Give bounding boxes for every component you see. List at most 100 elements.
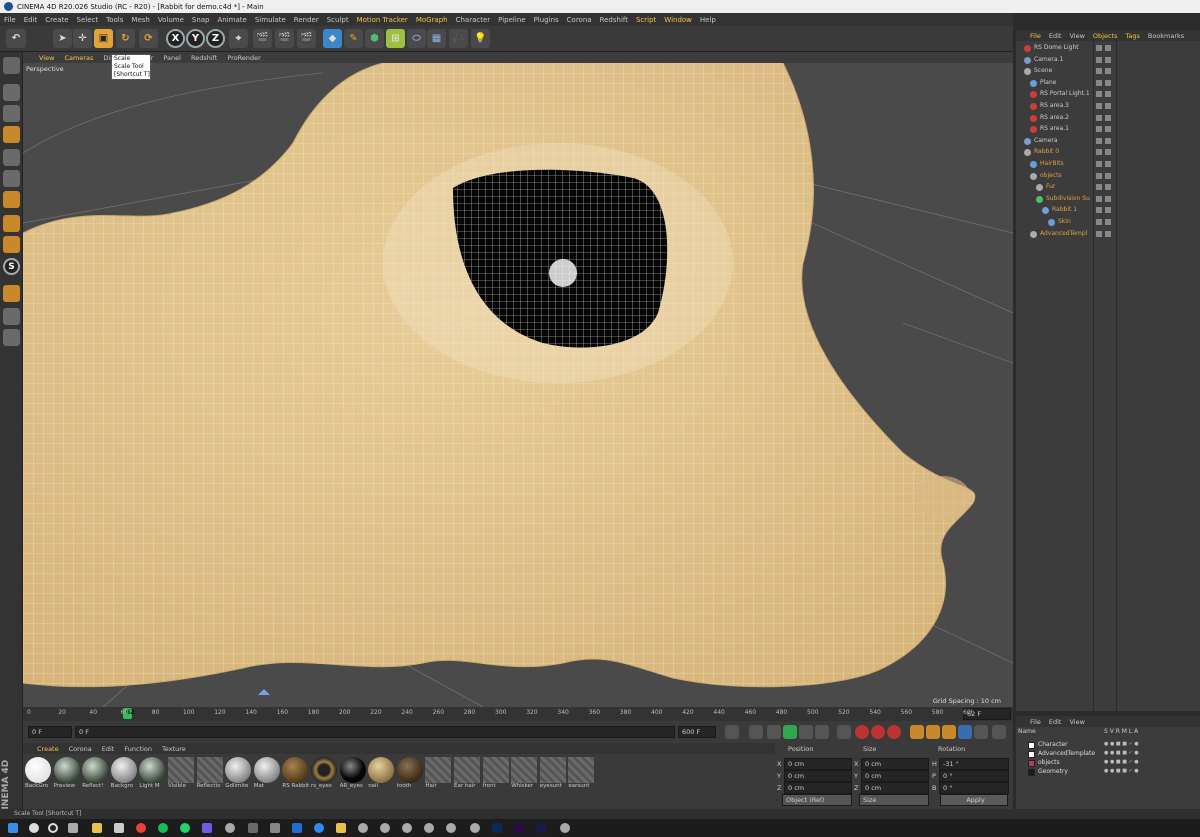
object-manager-menu-tags[interactable]: Tags xyxy=(1125,32,1139,40)
material-swatch[interactable]: eyesunt xyxy=(539,757,567,793)
enable-check-icon[interactable] xyxy=(1105,114,1111,121)
menu-mesh[interactable]: Mesh xyxy=(131,16,149,24)
menu-character[interactable]: Character xyxy=(456,16,491,24)
enable-check-icon[interactable] xyxy=(1105,126,1111,133)
points-mode-icon[interactable] xyxy=(3,149,20,166)
edge-icon[interactable] xyxy=(314,823,324,833)
timeline-options-icon[interactable] xyxy=(992,725,1006,739)
menu-window[interactable]: Window xyxy=(664,16,692,24)
material-menu-function[interactable]: Function xyxy=(124,745,152,753)
enable-check-icon[interactable] xyxy=(1105,103,1111,109)
object-row[interactable]: RS Portal Light.1 xyxy=(1016,88,1200,100)
enable-check-icon[interactable] xyxy=(1105,195,1111,202)
next-frame-icon[interactable] xyxy=(799,725,813,739)
menu-edit[interactable]: Edit xyxy=(24,16,38,24)
keyframe-selection-icon[interactable] xyxy=(887,725,901,739)
visibility-flag-icon[interactable] xyxy=(1096,207,1102,214)
x-axis-toggle[interactable]: X xyxy=(166,29,185,48)
menu-pipeline[interactable]: Pipeline xyxy=(498,16,525,24)
material-swatch[interactable]: Light M xyxy=(139,757,166,793)
object-row[interactable]: Rabbit 0 xyxy=(1016,146,1200,158)
light-object-icon[interactable]: 💡 xyxy=(471,29,490,48)
undo-icon[interactable]: ↶ xyxy=(6,29,26,48)
object-manager-menu-file[interactable]: File xyxy=(1030,32,1041,40)
material-swatch[interactable]: Visible xyxy=(168,757,195,793)
key-parameter-icon[interactable] xyxy=(958,725,972,739)
object-row[interactable]: Plane xyxy=(1016,77,1200,89)
layer-flags[interactable]: ● ● ■ ■ ✓ ● xyxy=(1104,750,1139,756)
search-icon[interactable] xyxy=(29,823,39,833)
visibility-flag-icon[interactable] xyxy=(1096,230,1102,237)
key-rotation-icon[interactable] xyxy=(942,725,956,739)
menu-create[interactable]: Create xyxy=(45,16,68,24)
object-row[interactable]: AdvancedTempl xyxy=(1016,228,1200,240)
task-view-icon[interactable] xyxy=(68,823,78,833)
layer-menu-view[interactable]: View xyxy=(1069,718,1084,726)
material-swatch[interactable]: RS Rabbit xyxy=(282,757,309,793)
layer-menu-edit[interactable]: Edit xyxy=(1049,718,1062,726)
material-swatch[interactable]: rs_eyes xyxy=(311,757,338,793)
object-manager-menu-edit[interactable]: Edit xyxy=(1049,32,1062,40)
select-tool-icon[interactable]: ➤ xyxy=(53,29,72,48)
record-active-icon[interactable] xyxy=(855,725,869,739)
position-z-field[interactable]: 0 cm xyxy=(784,782,852,794)
size-z-field[interactable]: 0 cm xyxy=(861,782,929,794)
app-icon-7[interactable] xyxy=(358,823,368,833)
object-manager-menu-view[interactable]: View xyxy=(1069,32,1084,40)
rotation-h-field[interactable]: -31 ° xyxy=(939,758,1009,770)
make-editable-icon[interactable] xyxy=(3,57,20,74)
visibility-flag-icon[interactable] xyxy=(1096,114,1102,121)
next-key-icon[interactable] xyxy=(815,725,829,739)
snapping-icon[interactable]: S xyxy=(3,258,20,275)
material-swatch[interactable]: Reflectio xyxy=(196,757,224,793)
material-swatch[interactable]: AR_eyes xyxy=(339,757,367,793)
texture-mode-icon[interactable] xyxy=(3,105,20,122)
visibility-flag-icon[interactable] xyxy=(1096,68,1102,75)
enable-check-icon[interactable] xyxy=(1105,207,1111,214)
material-swatch[interactable]: Mat xyxy=(253,757,281,793)
workplane-icon[interactable] xyxy=(3,285,20,302)
object-row[interactable]: RS area.2 xyxy=(1016,112,1200,124)
app-icon-6[interactable] xyxy=(336,823,346,833)
app-icon-9[interactable] xyxy=(402,823,412,833)
max-time-field[interactable]: 600 F xyxy=(678,726,716,738)
menu-corona[interactable]: Corona xyxy=(567,16,592,24)
timeline-ruler[interactable]: 62 62 F 0 20 40 60 80 100 120 140 160 180 200 220 24… xyxy=(23,707,1013,721)
material-swatch[interactable]: Whisker xyxy=(511,757,538,793)
object-row[interactable]: Camera.1 xyxy=(1016,54,1200,66)
render-view-icon[interactable]: 🎬 xyxy=(253,29,272,48)
object-row[interactable]: Subdivision Su xyxy=(1016,193,1200,205)
key-position-icon[interactable] xyxy=(910,725,924,739)
viewport-menu-view[interactable]: View xyxy=(39,54,54,62)
layer-row[interactable]: Geometry ● ● ■ ■ ✓ ● xyxy=(1016,768,1200,777)
material-menu-texture[interactable]: Texture xyxy=(162,745,186,753)
app-icon-11[interactable] xyxy=(446,823,456,833)
visibility-flag-icon[interactable] xyxy=(1096,126,1102,133)
menu-snap[interactable]: Snap xyxy=(192,16,210,24)
render-picture-viewer-icon[interactable]: 🎬 xyxy=(275,29,294,48)
planar-workplane-icon[interactable] xyxy=(3,329,20,346)
size-x-field[interactable]: 0 cm xyxy=(861,758,929,770)
whatsapp-icon[interactable] xyxy=(180,823,190,833)
material-swatch[interactable]: Preview xyxy=(53,757,81,793)
object-row[interactable]: Rabbit 1 xyxy=(1016,204,1200,216)
material-swatch[interactable]: BackGro xyxy=(25,757,52,793)
object-row[interactable]: Camera xyxy=(1016,135,1200,147)
visibility-flag-icon[interactable] xyxy=(1096,195,1102,202)
object-row[interactable]: Skin xyxy=(1016,216,1200,228)
key-pla-icon[interactable] xyxy=(974,725,988,739)
polygons-mode-icon[interactable] xyxy=(3,191,20,208)
material-swatch[interactable]: earsunt xyxy=(568,757,595,793)
material-swatch[interactable]: Backgro xyxy=(110,757,138,793)
media-encoder-icon[interactable] xyxy=(536,823,546,833)
preview-range-slider[interactable]: 0 F xyxy=(75,726,675,738)
spotify-icon[interactable] xyxy=(158,823,168,833)
object-row[interactable]: RS area.3 xyxy=(1016,100,1200,112)
enable-check-icon[interactable] xyxy=(1105,45,1111,51)
visibility-flag-icon[interactable] xyxy=(1096,219,1102,225)
enable-check-icon[interactable] xyxy=(1105,137,1111,144)
menu-redshift[interactable]: Redshift xyxy=(600,16,628,24)
start-button-icon[interactable] xyxy=(8,823,18,833)
prev-frame-icon[interactable] xyxy=(767,725,781,739)
subdivision-surface-icon[interactable]: ⬢ xyxy=(365,29,384,48)
